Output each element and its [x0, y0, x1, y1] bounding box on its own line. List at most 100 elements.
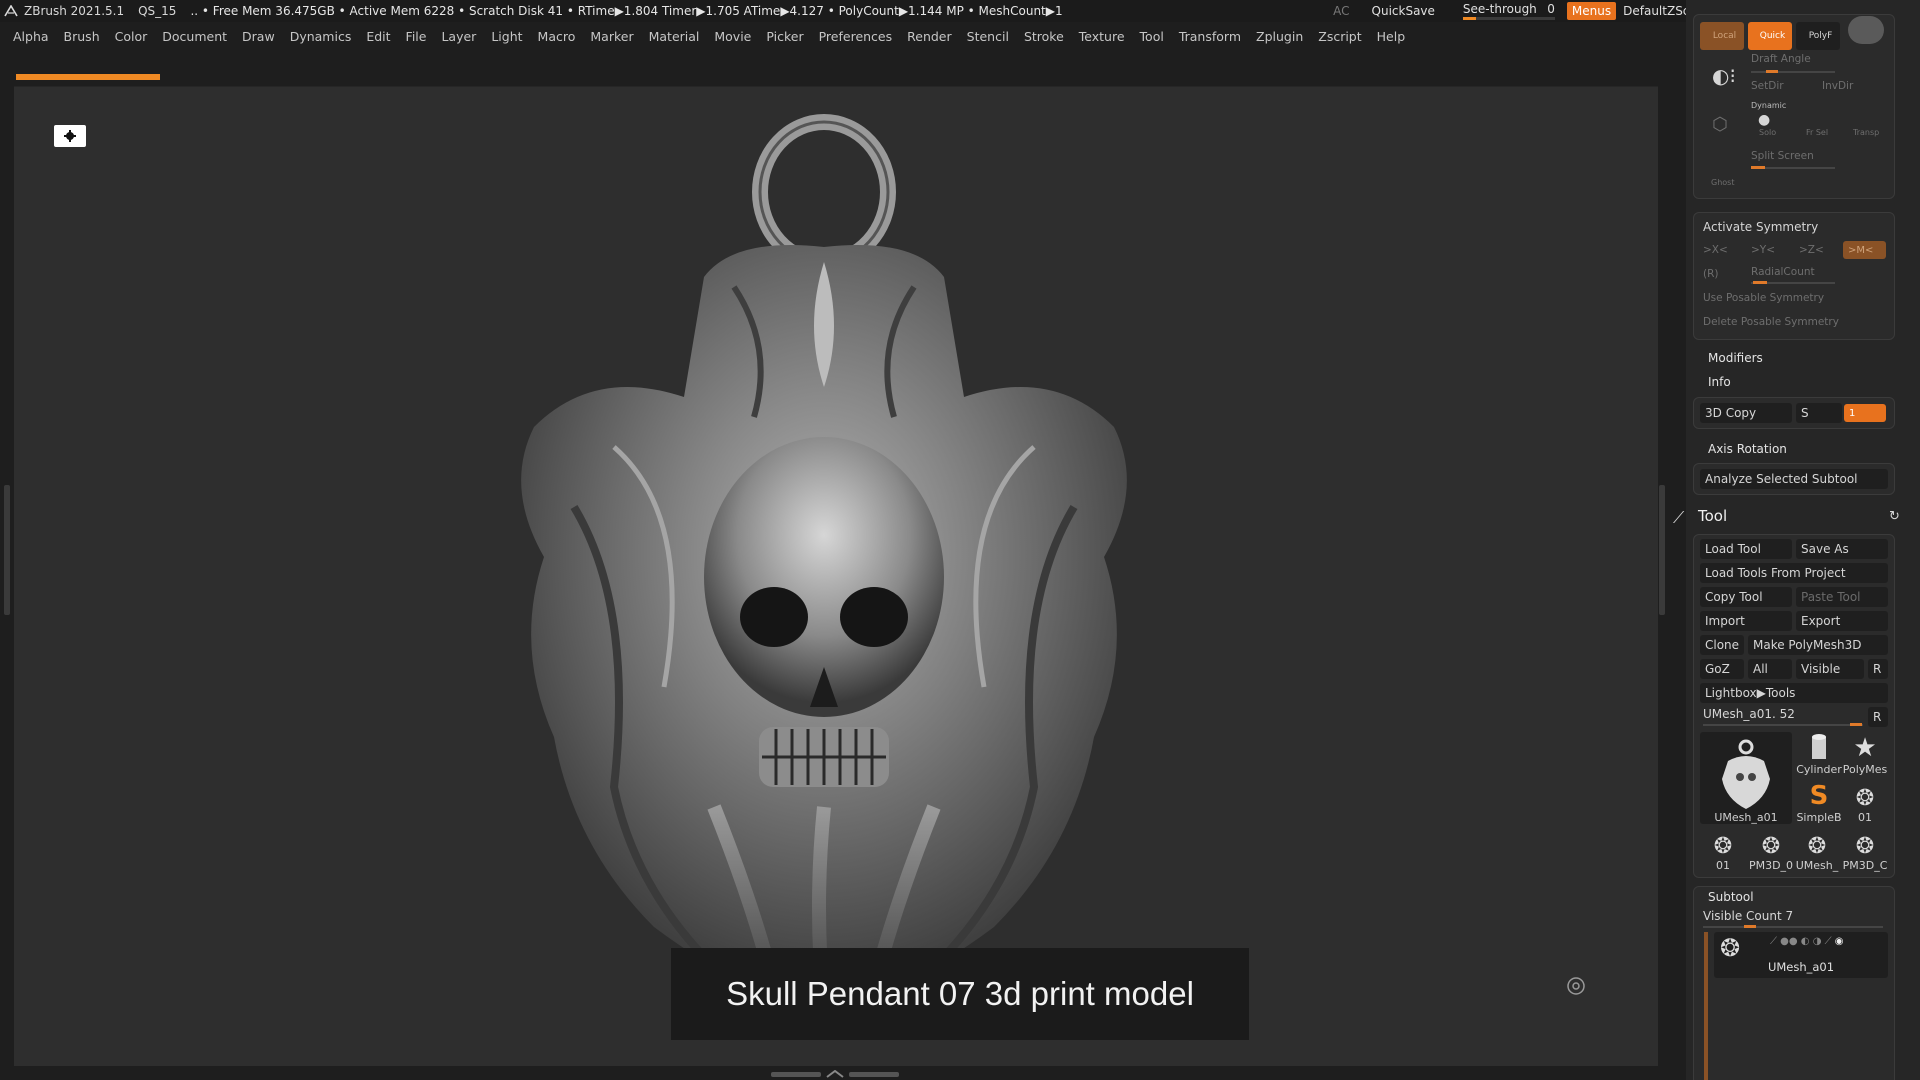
- current-tool-r-button[interactable]: R: [1868, 707, 1888, 727]
- tool-thumb-umesh-a01[interactable]: UMesh_a01: [1700, 732, 1792, 824]
- cube-icon[interactable]: ⬡: [1712, 114, 1728, 135]
- copy3d-value[interactable]: 1: [1844, 404, 1886, 422]
- right-tray-handle[interactable]: [1659, 485, 1665, 615]
- sym-r-button[interactable]: (R): [1703, 268, 1719, 280]
- contrast-icon[interactable]: ◐⁝: [1712, 64, 1736, 88]
- see-through-slider[interactable]: See-through 0: [1462, 1, 1555, 21]
- import-button[interactable]: Import: [1700, 611, 1792, 631]
- menu-item-help[interactable]: Help: [1377, 29, 1406, 44]
- menu-item-document[interactable]: Document: [162, 29, 227, 44]
- solo-button[interactable]: Solo: [1759, 128, 1776, 137]
- menu-item-color[interactable]: Color: [115, 29, 148, 44]
- copy-tool-button[interactable]: Copy Tool: [1700, 587, 1792, 607]
- tool-thumb-pm3d-a[interactable]: ❂ PM3D_0: [1748, 826, 1794, 872]
- visible-count-slider[interactable]: [1703, 926, 1883, 928]
- load-tool-button[interactable]: Load Tool: [1700, 539, 1792, 559]
- clone-button[interactable]: Clone: [1700, 635, 1744, 655]
- floor-grid-toggle-icon[interactable]: [54, 125, 86, 147]
- sym-x-button[interactable]: >X<: [1703, 244, 1728, 256]
- menu-item-marker[interactable]: Marker: [590, 29, 633, 44]
- radial-count-label: RadialCount: [1751, 266, 1815, 278]
- material-sphere-button[interactable]: [1848, 16, 1884, 44]
- menu-item-render[interactable]: Render: [907, 29, 952, 44]
- tool-thumb-cylinder[interactable]: Cylinder: [1796, 732, 1842, 776]
- menu-item-edit[interactable]: Edit: [366, 29, 390, 44]
- ghost-button[interactable]: Ghost: [1711, 178, 1734, 187]
- menu-item-preferences[interactable]: Preferences: [819, 29, 893, 44]
- tool-thumb-simpleb[interactable]: S SimpleB: [1796, 780, 1842, 824]
- current-tool-slider[interactable]: [1703, 724, 1863, 726]
- menu-item-dynamics[interactable]: Dynamics: [290, 29, 352, 44]
- subtool-section[interactable]: Subtool: [1708, 890, 1754, 904]
- polyf-button[interactable]: PolyF: [1796, 22, 1840, 50]
- menu-item-draw[interactable]: Draw: [242, 29, 275, 44]
- quicksave-button[interactable]: QuickSave: [1372, 4, 1435, 18]
- use-posable-symmetry-button[interactable]: Use Posable Symmetry: [1703, 292, 1824, 304]
- tool-palette-title[interactable]: Tool: [1698, 507, 1727, 525]
- menu-item-stencil[interactable]: Stencil: [967, 29, 1009, 44]
- menu-item-tool[interactable]: Tool: [1140, 29, 1164, 44]
- skull-pendant-model[interactable]: [14, 87, 1658, 1067]
- paste-tool-button[interactable]: Paste Tool: [1796, 587, 1888, 607]
- sym-z-button[interactable]: >Z<: [1799, 244, 1824, 256]
- goz-all-button[interactable]: All: [1748, 659, 1792, 679]
- draft-angle-slider[interactable]: [1751, 71, 1835, 73]
- tool-thumb-umesh[interactable]: ❂ UMesh_: [1794, 826, 1840, 872]
- subtool-item[interactable]: ❂ ⟋ ●● ◐ ◑ ⟋ ◉ UMesh_a01: [1714, 932, 1888, 978]
- quick-button[interactable]: Quick: [1748, 22, 1792, 50]
- copy3d-button[interactable]: 3D Copy: [1700, 403, 1792, 423]
- sym-m-button[interactable]: >M<: [1843, 241, 1886, 259]
- invdir-button[interactable]: InvDir: [1822, 80, 1853, 92]
- transp-button[interactable]: Transp: [1853, 128, 1879, 137]
- sym-y-button[interactable]: >Y<: [1751, 244, 1775, 256]
- subtool-scrollbar[interactable]: [1704, 932, 1708, 1080]
- menu-item-stroke[interactable]: Stroke: [1024, 29, 1064, 44]
- delete-posable-symmetry-button[interactable]: Delete Posable Symmetry: [1703, 316, 1839, 328]
- tool-thumb-polymesh[interactable]: ★ PolyMes: [1842, 732, 1888, 776]
- activate-symmetry-button[interactable]: Activate Symmetry: [1703, 220, 1818, 234]
- tool-thumb-01a[interactable]: ❂ 01: [1842, 780, 1888, 824]
- axis-rotation-section[interactable]: Axis Rotation: [1708, 442, 1787, 456]
- viewport-canvas[interactable]: [14, 86, 1658, 1066]
- refresh-icon[interactable]: ↻: [1889, 509, 1900, 524]
- left-tray-handle[interactable]: [4, 485, 10, 615]
- menu-item-layer[interactable]: Layer: [441, 29, 476, 44]
- info-section[interactable]: Info: [1708, 375, 1731, 389]
- make-polymesh3d-button[interactable]: Make PolyMesh3D: [1748, 635, 1888, 655]
- target-icon[interactable]: [1566, 976, 1586, 996]
- frsel-button[interactable]: Fr Sel: [1806, 128, 1828, 137]
- goz-visible-button[interactable]: Visible: [1796, 659, 1864, 679]
- load-tools-from-project-button[interactable]: Load Tools From Project: [1700, 563, 1888, 583]
- menu-item-light[interactable]: Light: [491, 29, 522, 44]
- menu-item-material[interactable]: Material: [649, 29, 700, 44]
- tool-thumb-pm3d-b[interactable]: ❂ PM3D_C: [1842, 826, 1888, 872]
- menu-item-picker[interactable]: Picker: [766, 29, 803, 44]
- goz-button[interactable]: GoZ: [1700, 659, 1744, 679]
- tool-thumb-label: UMesh_a01: [1714, 811, 1778, 824]
- menu-item-macro[interactable]: Macro: [538, 29, 576, 44]
- menu-item-movie[interactable]: Movie: [714, 29, 751, 44]
- menus-toggle-button[interactable]: Menus: [1566, 2, 1617, 20]
- tool-thumb-01b[interactable]: ❂ 01: [1700, 826, 1746, 872]
- ac-toggle[interactable]: AC: [1333, 4, 1349, 18]
- lightbox-tools-button[interactable]: Lightbox▶Tools: [1700, 683, 1888, 703]
- copy3d-s-button[interactable]: S: [1796, 403, 1842, 423]
- analyze-selected-subtool-button[interactable]: Analyze Selected Subtool: [1700, 469, 1888, 489]
- subtool-toggles[interactable]: ⟋ ●● ◐ ◑ ⟋ ◉: [1770, 936, 1844, 947]
- goz-r-button[interactable]: R: [1868, 659, 1888, 679]
- menu-item-zscript[interactable]: Zscript: [1318, 29, 1361, 44]
- menu-item-texture[interactable]: Texture: [1079, 29, 1125, 44]
- menu-item-alpha[interactable]: Alpha: [13, 29, 49, 44]
- eye-icon[interactable]: ◉: [1835, 936, 1844, 947]
- export-button[interactable]: Export: [1796, 611, 1888, 631]
- local-button[interactable]: Local: [1700, 22, 1744, 50]
- menu-item-brush[interactable]: Brush: [64, 29, 100, 44]
- menu-item-zplugin[interactable]: Zplugin: [1256, 29, 1303, 44]
- save-as-button[interactable]: Save As: [1796, 539, 1888, 559]
- bottom-tray-handle[interactable]: [770, 1070, 900, 1078]
- tool-palette-pin-icon[interactable]: ⟋: [1673, 508, 1684, 528]
- menu-item-transform[interactable]: Transform: [1179, 29, 1241, 44]
- setdir-button[interactable]: SetDir: [1751, 80, 1784, 92]
- modifiers-section[interactable]: Modifiers: [1708, 351, 1763, 365]
- menu-item-file[interactable]: File: [406, 29, 427, 44]
